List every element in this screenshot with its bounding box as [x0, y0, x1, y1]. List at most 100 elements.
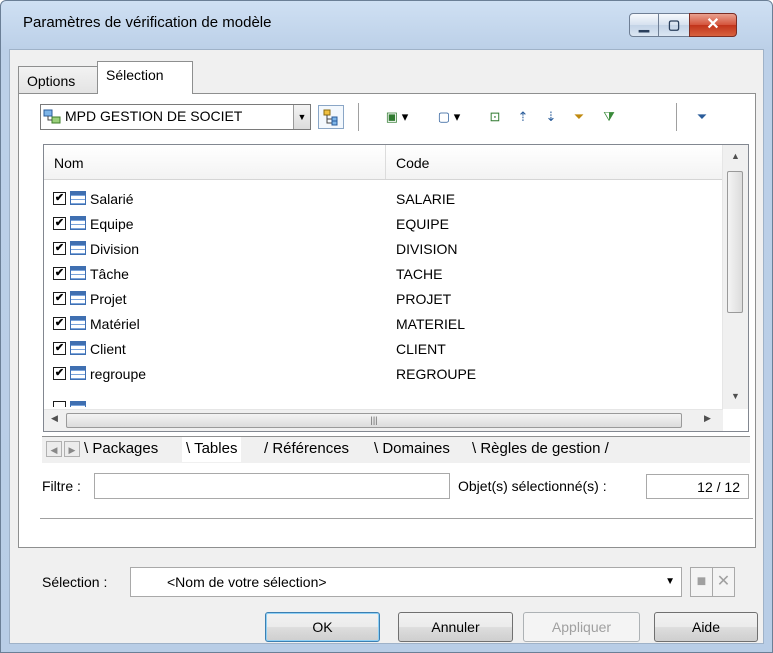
horizontal-scrollbar[interactable]: ◀ ||| ▶ — [44, 409, 723, 431]
column-header-name[interactable]: Nom — [54, 155, 84, 171]
column-header-code[interactable]: Code — [396, 155, 429, 171]
model-selector[interactable]: MPD GESTION DE SOCIET ▼ — [40, 104, 311, 130]
apply-button[interactable]: Appliquer — [523, 612, 640, 642]
row-checkbox[interactable]: ✔ — [53, 217, 66, 230]
select-all-button[interactable]: ▣ ▾ — [378, 105, 416, 129]
delete-icon: ✕ — [716, 573, 731, 590]
move-up-icon: ⇡ — [517, 109, 529, 124]
row-checkbox[interactable]: ✔ — [53, 192, 66, 205]
scroll-right-icon[interactable]: ▶ — [704, 413, 711, 424]
move-checked-down-button[interactable]: ⇣ — [540, 105, 562, 129]
table-icon — [70, 316, 86, 330]
model-selector-value: MPD GESTION DE SOCIET — [65, 108, 243, 124]
maximize-button[interactable]: ▢ — [658, 13, 690, 37]
row-checkbox[interactable]: ✔ — [53, 317, 66, 330]
save-selection-button[interactable]: ■ — [690, 567, 713, 597]
row-checkbox[interactable]: ✔ — [53, 367, 66, 380]
tab-business-rules[interactable]: \ Règles de gestion / — [472, 437, 609, 462]
row-name: Matériel — [90, 316, 140, 332]
row-name: regroupe — [90, 366, 147, 382]
table-icon — [70, 291, 86, 305]
table-icon — [70, 401, 86, 407]
column-divider[interactable] — [385, 145, 386, 179]
table-row[interactable]: ✔ regroupe REGROUPE — [44, 362, 723, 387]
ok-button[interactable]: OK — [265, 612, 380, 642]
table-row[interactable]: ✔ Projet PROJET — [44, 287, 723, 312]
tab-selection[interactable]: Sélection — [97, 61, 193, 94]
tab-packages-label: Packages — [92, 440, 159, 457]
move-checked-up-button[interactable]: ⇡ — [512, 105, 534, 129]
chevron-down-icon[interactable]: ▼ — [293, 105, 310, 129]
chevron-down-icon[interactable]: ▼ — [665, 576, 675, 587]
selected-objects-label: Objet(s) sélectionné(s) : — [458, 478, 607, 494]
filter-label: Filtre : — [42, 478, 81, 494]
help-button[interactable]: Aide — [654, 612, 758, 642]
row-checkbox[interactable]: ✔ — [53, 267, 66, 280]
title-bar[interactable]: Paramètres de vérification de modèle ▁ ▢… — [1, 1, 772, 49]
select-all-icon: ▣ — [385, 109, 399, 124]
model-tree-button[interactable] — [318, 105, 344, 129]
row-checkbox[interactable] — [53, 401, 66, 407]
cancel-button[interactable]: Annuler — [398, 612, 513, 642]
close-button[interactable]: ✕ — [689, 13, 737, 37]
scrollbar-thumb[interactable]: ||| — [66, 413, 682, 428]
row-code: DIVISION — [396, 241, 458, 257]
row-name: Tâche — [90, 266, 129, 282]
tab-slash: \ — [186, 440, 195, 457]
tab-scroll-left-icon[interactable]: ◀ — [46, 441, 62, 457]
filter-input[interactable] — [94, 473, 450, 499]
vertical-scrollbar[interactable]: ▲ ▼ — [722, 145, 748, 409]
row-code: PROJET — [396, 291, 452, 307]
table-row[interactable]: ✔ Salarié SALARIE — [44, 187, 723, 212]
delete-selection-button[interactable]: ✕ — [712, 567, 735, 597]
table-row[interactable]: ✔ Equipe EQUIPE — [44, 212, 723, 237]
filter-icon: ⏷ — [573, 109, 585, 124]
row-name: Division — [90, 241, 140, 257]
divider — [40, 518, 753, 520]
table-row[interactable]: ✔ Matériel MATERIEL — [44, 312, 723, 337]
scroll-down-icon[interactable]: ▼ — [723, 391, 748, 401]
toolbar-separator — [676, 103, 677, 131]
include-sub-objects-button[interactable]: ⏷ — [690, 105, 714, 129]
row-name: Client — [90, 341, 126, 357]
scroll-up-icon[interactable]: ▲ — [723, 151, 748, 161]
filter-button[interactable]: ⏷ — [568, 105, 590, 129]
tree-icon — [323, 109, 338, 126]
deselect-all-button[interactable]: ▢ ▾ — [430, 105, 468, 129]
tab-tables[interactable]: \ Tables — [182, 437, 242, 462]
filter-list-button[interactable]: ⧩ — [596, 105, 622, 129]
scroll-left-icon[interactable]: ◀ — [51, 413, 58, 424]
row-code: SALARIE — [396, 191, 456, 207]
row-checkbox[interactable]: ✔ — [53, 342, 66, 355]
selection-label: Sélection : — [42, 574, 108, 590]
use-graphical-selection-button[interactable]: ⊡ — [484, 105, 506, 129]
save-icon: ■ — [696, 573, 707, 590]
selection-combobox[interactable]: <Nom de votre sélection> ▼ — [130, 567, 682, 597]
close-icon: ✕ — [706, 16, 720, 33]
scrollbar-thumb[interactable] — [727, 171, 743, 313]
model-icon — [43, 109, 61, 124]
deselect-all-icon: ▢ — [437, 109, 451, 124]
minimize-button[interactable]: ▁ — [629, 13, 659, 37]
table-row[interactable]: ✔ Client CLIENT — [44, 337, 723, 362]
table-row[interactable]: ✔ Division DIVISION — [44, 237, 723, 262]
tab-packages[interactable]: \ Packages — [84, 437, 158, 462]
table-icon — [70, 191, 86, 205]
tab-references-label: Références — [272, 440, 350, 457]
table-row[interactable]: ✔ Tâche TACHE — [44, 262, 723, 287]
row-checkbox[interactable]: ✔ — [53, 242, 66, 255]
move-down-icon: ⇣ — [545, 109, 557, 124]
row-code: CLIENT — [396, 341, 446, 357]
table-icon — [70, 266, 86, 280]
tab-options[interactable]: Options — [18, 66, 98, 94]
tab-domains[interactable]: \ Domaines — [374, 437, 450, 462]
table-row-partial[interactable] — [44, 387, 723, 407]
row-checkbox[interactable]: ✔ — [53, 292, 66, 305]
graphical-selection-icon: ⊡ — [489, 109, 501, 124]
row-name: Salarié — [90, 191, 134, 207]
row-code: MATERIEL — [396, 316, 465, 332]
filter-list-icon: ⧩ — [603, 109, 615, 124]
tab-scroll-right-icon[interactable]: ▶ — [64, 441, 80, 457]
window-title: Paramètres de vérification de modèle — [23, 14, 272, 31]
tab-references[interactable]: / Références — [264, 437, 349, 462]
